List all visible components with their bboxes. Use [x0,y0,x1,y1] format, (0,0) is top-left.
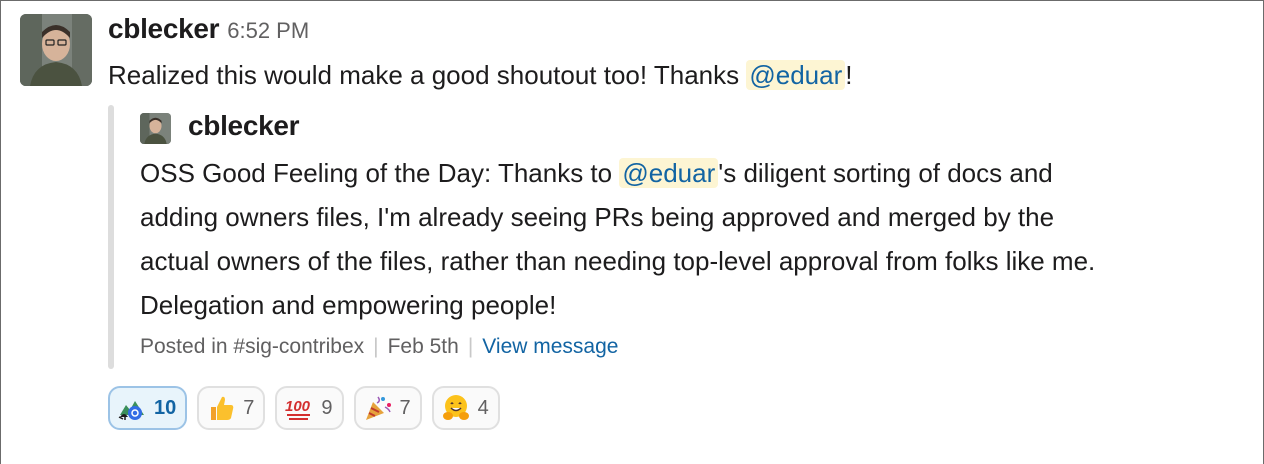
quote-line-3: actual owners of the files, rather than … [140,246,1096,276]
quote-line-2: adding owners files, I'm already seeing … [140,202,1055,232]
meta-divider: | [467,335,474,358]
quote-line-1-before: OSS Good Feeling of the Day: Thanks to [140,158,620,188]
message-header: cblecker 6:52 PM [108,13,309,49]
reaction-hundred[interactable]: 100 9 [275,386,344,430]
message-frame: cblecker 6:52 PM Realized this would make… [0,0,1264,464]
quote-date[interactable]: Feb 5th [388,335,459,358]
quote-line-4: Delegation and empowering people! [140,290,557,320]
svg-text:100: 100 [285,398,311,415]
party-popper-icon [365,396,391,420]
reaction-count: 4 [477,396,489,419]
user-avatar[interactable] [20,14,92,86]
custom-contribex-icon [118,401,144,420]
message-text: Realized this would make a good shoutout… [108,57,853,93]
quote-mention[interactable]: @eduar [619,158,719,188]
reaction-count: 10 [154,396,177,419]
timestamp[interactable]: 6:52 PM [227,18,309,43]
reactions-bar: 10 7 100 9 7 4 [108,386,500,430]
quote-meta: Posted in #sig-contribex | Feb 5th | View me… [140,335,618,359]
quote-text: OSS Good Feeling of the Day: Thanks to @… [140,151,1250,327]
quote-avatar[interactable] [140,113,171,144]
quote-bar [108,105,114,369]
user-mention[interactable]: @eduar [746,60,846,90]
message-text-before: Realized this would make a good shoutout… [108,60,747,90]
message-text-after: ! [845,60,853,90]
reaction-tada[interactable]: 7 [353,386,422,430]
username[interactable]: cblecker [108,13,220,44]
posted-in-channel[interactable]: Posted in #sig-contribex [140,335,364,358]
thumbs-up-icon [211,396,234,420]
view-message-link[interactable]: View message [482,335,618,358]
reaction-count: 7 [243,396,255,419]
hugging-face-icon [442,395,469,420]
quote-author[interactable]: cblecker [188,110,300,142]
reaction-hugging[interactable]: 4 [431,386,500,430]
quote-line-1-after: 's diligent sorting of docs and [718,158,1053,188]
reaction-contribex[interactable]: 10 [108,386,188,430]
quote-line-1: OSS Good Feeling of the Day: Thanks to @… [140,151,1250,195]
meta-divider: | [373,335,379,358]
hundred-points-icon: 100 [285,398,311,420]
reaction-thumbs-up[interactable]: 7 [197,386,266,430]
reaction-count: 7 [399,396,411,419]
reaction-count: 9 [321,396,333,419]
